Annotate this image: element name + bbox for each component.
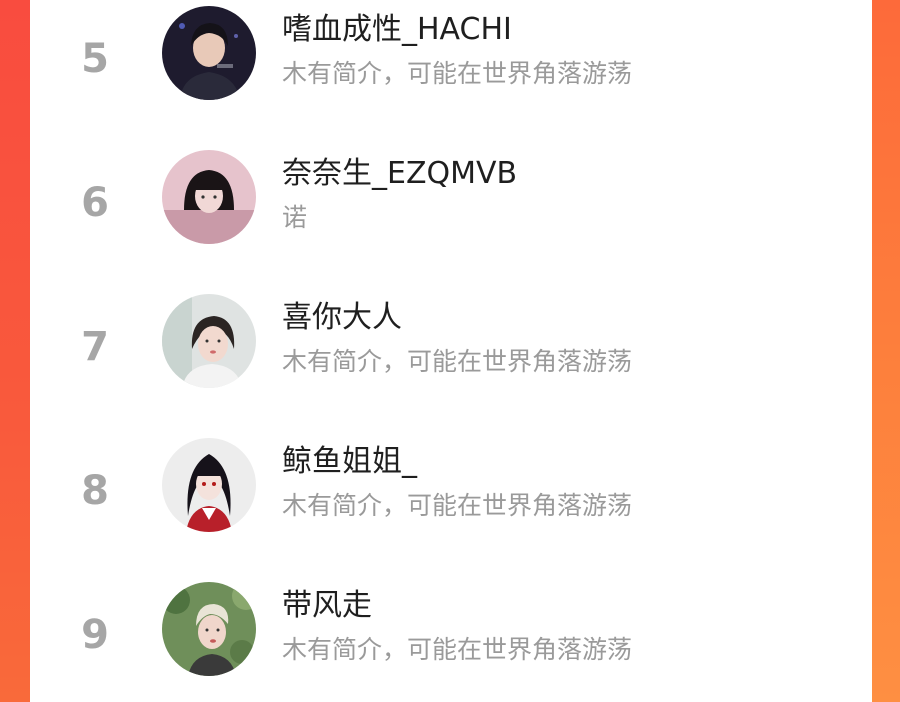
avatar[interactable] (162, 150, 256, 244)
user-bio: 木有简介，可能在世界角落游荡 (282, 491, 633, 520)
user-bio: 木有简介，可能在世界角落游荡 (282, 347, 633, 376)
background-right-edge (872, 0, 900, 702)
rank-number: 5 (81, 36, 109, 82)
avatar[interactable] (162, 438, 256, 532)
avatar[interactable] (162, 582, 256, 676)
blonde-person-avatar-image (162, 582, 256, 676)
bob-hair-girl-avatar-image (162, 150, 256, 244)
ranking-list: 5 嗜血成性_HACHI 木有简介，可能在世界角落游荡 6 奈奈生_EZQMVB… (30, 0, 872, 702)
avatar[interactable] (162, 6, 256, 100)
user-name[interactable]: 嗜血成性_HACHI (282, 10, 512, 50)
list-item[interactable]: 7 喜你大人 木有简介，可能在世界角落游荡 (30, 294, 872, 414)
rank-number: 7 (81, 324, 109, 370)
list-item[interactable]: 5 嗜血成性_HACHI 木有简介，可能在世界角落游荡 (30, 6, 872, 126)
anime-girl-avatar-image (162, 438, 256, 532)
list-item[interactable]: 6 奈奈生_EZQMVB 诺 (30, 150, 872, 270)
user-bio: 木有简介，可能在世界角落游荡 (282, 59, 633, 88)
dark-hair-person-avatar-image (162, 6, 256, 100)
user-name[interactable]: 奈奈生_EZQMVB (282, 154, 517, 194)
user-name[interactable]: 带风走 (282, 586, 372, 626)
rank-number: 8 (81, 468, 109, 514)
user-name[interactable]: 喜你大人 (282, 298, 402, 338)
list-item[interactable]: 8 鲸鱼姐姐_ 木有简介，可能在世界角落游荡 (30, 438, 872, 558)
rank-number: 9 (81, 612, 109, 658)
rank-number: 6 (81, 180, 109, 226)
avatar[interactable] (162, 294, 256, 388)
list-item[interactable]: 9 带风走 木有简介，可能在世界角落游荡 (30, 582, 872, 702)
user-name[interactable]: 鲸鱼姐姐_ (282, 442, 417, 482)
user-bio: 木有简介，可能在世界角落游荡 (282, 635, 633, 664)
background-left-edge (0, 0, 30, 702)
selfie-girl-avatar-image (162, 294, 256, 388)
user-bio: 诺 (282, 203, 308, 232)
